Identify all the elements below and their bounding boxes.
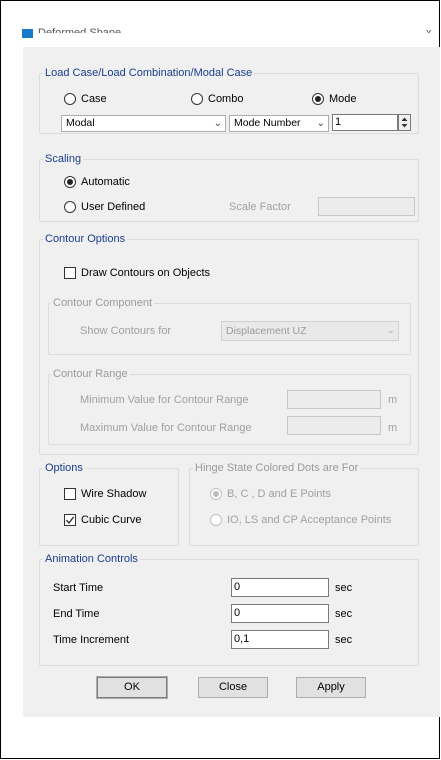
- hinge-state-group: Hinge State Colored Dots are For B, C , …: [189, 462, 419, 546]
- end-time-label: End Time: [53, 608, 100, 620]
- contour-component-group-label: Contour Component: [51, 297, 155, 310]
- radio-bcde-label: B, C , D and E Points: [227, 488, 331, 500]
- contour-component-group: Contour Component Show Contours for Disp…: [48, 297, 411, 355]
- radio-case[interactable]: [64, 93, 76, 105]
- radio-user-defined-label: User Defined: [81, 201, 146, 213]
- apply-button[interactable]: Apply: [296, 677, 366, 698]
- chevron-down-icon: ⌄: [213, 118, 222, 129]
- start-time-input[interactable]: 0: [231, 578, 329, 597]
- title-bar[interactable]: Deformed Shape x: [2, 2, 439, 47]
- mode-select[interactable]: Mode Number ⌄: [229, 115, 329, 132]
- radio-user-defined[interactable]: [64, 201, 76, 213]
- mode-number-spinner[interactable]: [398, 114, 411, 131]
- end-time-input[interactable]: 0: [231, 604, 329, 623]
- max-contour-label: Maximum Value for Contour Range: [80, 422, 252, 434]
- max-contour-input[interactable]: [287, 416, 381, 435]
- show-contours-label: Show Contours for: [80, 325, 172, 337]
- cubic-curve-label: Cubic Curve: [81, 514, 142, 526]
- contour-options-group-label: Contour Options: [43, 233, 128, 246]
- close-icon[interactable]: x: [426, 24, 432, 33]
- options-group-label: Options: [43, 462, 85, 475]
- chevron-down-icon: ⌄: [316, 118, 325, 129]
- mode-select-value: Mode Number: [234, 117, 301, 129]
- animation-controls-group: Animation Controls Start Time 0 sec End …: [39, 553, 419, 666]
- contour-options-group: Contour Options Draw Contours on Objects…: [39, 233, 419, 455]
- load-case-group-label: Load Case/Load Combination/Modal Case: [43, 67, 255, 80]
- start-time-unit: sec: [335, 582, 353, 594]
- end-time-unit: sec: [335, 608, 353, 620]
- spinner-arrows-icon: [401, 117, 408, 128]
- radio-acceptance-label: IO, LS and CP Acceptance Points: [227, 514, 392, 526]
- scaling-group: Scaling Automatic User Defined Scale Fac…: [39, 153, 419, 222]
- window-title: Deformed Shape: [38, 27, 122, 33]
- ok-button[interactable]: OK: [96, 676, 168, 699]
- start-time-label: Start Time: [53, 582, 104, 594]
- cubic-curve-checkbox[interactable]: [64, 514, 76, 526]
- radio-case-label: Case: [81, 93, 107, 105]
- min-contour-label: Minimum Value for Contour Range: [80, 394, 249, 406]
- time-increment-label: Time Increment: [53, 634, 130, 646]
- show-contours-select[interactable]: Displacement UZ ⌄: [221, 321, 399, 341]
- hinge-state-group-label: Hinge State Colored Dots are For: [193, 462, 361, 475]
- checkmark-icon: [66, 516, 75, 525]
- wire-shadow-label: Wire Shadow: [81, 488, 147, 500]
- options-group: Options Wire Shadow Cubic Curve: [39, 462, 179, 546]
- radio-mode-label: Mode: [329, 93, 357, 105]
- min-contour-input[interactable]: [287, 390, 381, 409]
- radio-acceptance-points[interactable]: [210, 514, 222, 526]
- draw-contours-label: Draw Contours on Objects: [81, 267, 210, 279]
- time-increment-unit: sec: [335, 634, 353, 646]
- wire-shadow-checkbox[interactable]: [64, 488, 76, 500]
- load-case-group: Load Case/Load Combination/Modal Case Ca…: [39, 67, 419, 134]
- scale-factor-label: Scale Factor: [229, 201, 291, 213]
- max-contour-unit: m: [388, 422, 398, 434]
- contour-range-group: Contour Range Minimum Value for Contour …: [48, 368, 411, 445]
- radio-combo[interactable]: [191, 93, 203, 105]
- scaling-group-label: Scaling: [43, 153, 84, 166]
- radio-automatic[interactable]: [64, 176, 76, 188]
- radio-combo-label: Combo: [208, 93, 244, 105]
- animation-controls-group-label: Animation Controls: [43, 553, 140, 566]
- scale-factor-input[interactable]: [318, 197, 415, 216]
- radio-mode[interactable]: [312, 93, 324, 105]
- chevron-down-icon: ⌄: [386, 325, 395, 336]
- radio-bcde-points[interactable]: [210, 488, 222, 500]
- radio-automatic-label: Automatic: [81, 176, 130, 188]
- app-icon: [22, 29, 33, 38]
- dialog-client-area: Load Case/Load Combination/Modal Case Ca…: [23, 47, 440, 717]
- close-button[interactable]: Close: [198, 677, 268, 698]
- contour-range-group-label: Contour Range: [51, 368, 130, 381]
- show-contours-value: Displacement UZ: [226, 325, 307, 337]
- case-select-value: Modal: [66, 117, 95, 129]
- min-contour-unit: m: [388, 394, 398, 406]
- draw-contours-checkbox[interactable]: [64, 267, 76, 279]
- mode-number-input[interactable]: 1: [332, 114, 398, 131]
- case-select[interactable]: Modal ⌄: [61, 115, 226, 132]
- deformed-shape-dialog: Deformed Shape x Load Case/Load Combinat…: [0, 0, 440, 759]
- time-increment-input[interactable]: 0,1: [231, 630, 329, 649]
